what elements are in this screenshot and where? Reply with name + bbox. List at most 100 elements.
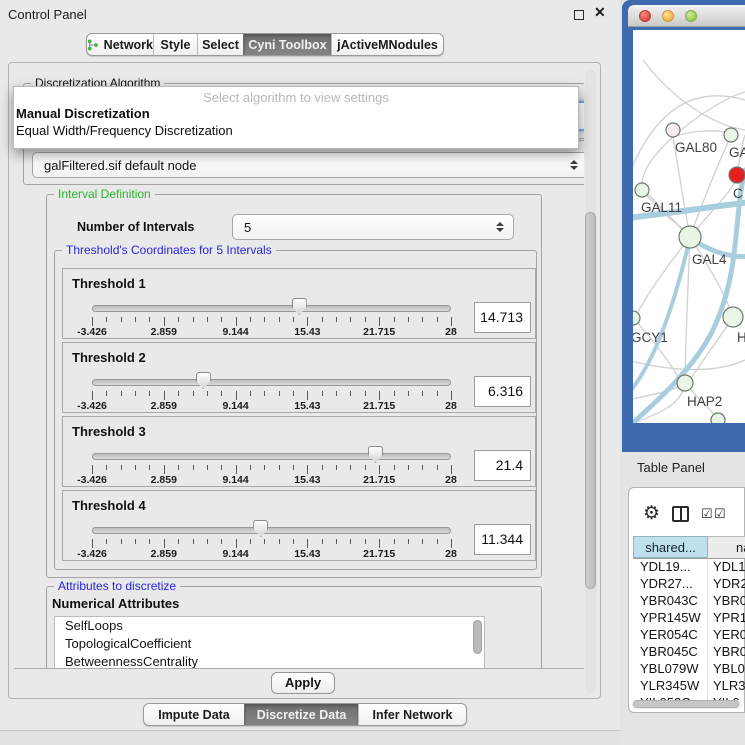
cell-name: YBL0 [708,661,745,678]
tick-mark [279,539,280,544]
tick-mark [451,465,452,474]
network-node[interactable] [677,375,693,391]
tab-discretize-data[interactable]: Discretize Data [244,704,358,725]
threshold-value-field[interactable]: 6.316 [474,376,531,407]
tick-mark [250,317,251,322]
tick-mark [236,465,237,474]
tick-mark [264,539,265,544]
network-node[interactable] [633,311,640,325]
attribute-list-item[interactable]: SelfLoops [55,617,484,635]
tick-mark [293,539,294,544]
network-node[interactable] [666,123,680,137]
tick-label: 21.715 [354,474,404,486]
tick-mark [164,391,165,400]
numerical-attributes-list[interactable]: SelfLoopsTopologicalCoefficientBetweenne… [54,616,485,669]
table-row[interactable]: YBR043CYBR0 [633,593,745,610]
checkbox-icon[interactable]: ☑ [714,507,726,520]
tab-label: Discretize Data [257,708,347,722]
tab-infer-network[interactable]: Infer Network [358,704,466,725]
slider-thumb[interactable] [368,446,383,463]
tick-mark [178,465,179,470]
threshold-value-field[interactable]: 14.713 [474,302,531,333]
float-window-icon[interactable] [574,10,584,20]
cell-shared-name: YPR145W [633,610,708,627]
popup-option-manual-discretization[interactable]: Manual Discretization [14,105,578,122]
tick-mark [365,465,366,470]
threshold-label: Threshold 2 [72,350,146,365]
tick-mark [322,391,323,396]
tick-mark [365,539,366,544]
scrollbar-thumb[interactable] [633,700,739,708]
tab-network[interactable]: Network [87,34,153,55]
scrollbar-thumb[interactable] [585,212,596,589]
table-row[interactable]: YBR045CYBR0 [633,644,745,661]
attributes-scrollbar[interactable] [473,619,482,669]
slider-track[interactable] [92,379,451,386]
gear-icon[interactable]: ⚙ [643,504,660,523]
bottom-tab-bar: Impute Data Discretize Data Infer Network [143,703,467,726]
table-horizontal-scrollbar[interactable] [632,700,742,709]
attribute-list-item[interactable]: BetweennessCentrality [55,653,484,669]
network-node[interactable] [711,413,725,423]
slider-thumb[interactable] [292,298,307,315]
tick-mark [164,465,165,474]
tab-select[interactable]: Select [197,34,243,55]
tick-mark [193,539,194,544]
table-row[interactable]: YPR145WYPR1 [633,610,745,627]
tick-label: 9.144 [211,400,261,412]
network-window-titlebar[interactable] [628,5,745,27]
network-node[interactable] [729,167,745,183]
cell-name: YBR0 [708,593,745,610]
tab-style[interactable]: Style [153,34,197,55]
num-intervals-combo[interactable]: 5 [232,214,514,240]
table-data-combo[interactable]: galFiltered.sif default node [32,152,584,178]
panel-scrollbar[interactable] [585,69,596,693]
tab-cyni-toolbox[interactable]: Cyni Toolbox [243,34,331,55]
tick-label: 15.43 [282,326,332,338]
scrollbar-thumb[interactable] [473,620,482,654]
close-traffic-light-icon[interactable] [639,10,651,22]
tick-mark [279,465,280,470]
tab-jactivemnodules[interactable]: jActiveMNodules [331,34,443,55]
slider-track[interactable] [92,453,451,460]
slider-thumb[interactable] [196,372,211,389]
table-row[interactable]: YLR345WYLR3 [633,678,745,695]
column-header-name[interactable]: na [708,536,745,558]
network-node[interactable] [724,128,738,142]
tick-mark [221,391,222,396]
tick-mark [207,539,208,544]
slider-track[interactable] [92,305,451,312]
tick-mark [350,391,351,396]
tick-mark [221,539,222,544]
network-canvas[interactable]: GAL80GACGAL11GAL4GCY1HHAP2 [633,30,745,423]
table-row[interactable]: YER054CYER0 [633,627,745,644]
network-node[interactable] [635,183,649,197]
tab-impute-data[interactable]: Impute Data [144,704,244,725]
tick-mark [135,317,136,322]
network-node[interactable] [679,226,701,248]
threshold-value-field[interactable]: 11.344 [474,524,531,555]
tick-mark [437,465,438,470]
threshold-value-field[interactable]: 21.4 [474,450,531,481]
close-icon[interactable]: ✕ [594,4,606,21]
slider-thumb[interactable] [253,520,268,537]
node-table-panel: ⚙ ☑ ☑ shared... na YDL19...YDL1YDR27...Y… [628,487,745,713]
table-row[interactable]: YBL079WYBL0 [633,661,745,678]
tick-mark [121,391,122,396]
table-row[interactable]: YDR27...YDR2 [633,576,745,593]
tick-label: 9.144 [211,548,261,560]
checkbox-icon[interactable]: ☑ [701,507,713,520]
tick-mark [236,539,237,548]
popup-option-equal-width[interactable]: Equal Width/Frequency Discretization [14,122,578,139]
column-header-shared[interactable]: shared... [633,536,708,558]
attribute-list-item[interactable]: TopologicalCoefficient [55,635,484,653]
apply-button[interactable]: Apply [271,672,335,694]
split-view-icon[interactable] [672,506,689,522]
table-row[interactable]: YDL19...YDL1 [633,559,745,576]
zoom-traffic-light-icon[interactable] [685,10,697,22]
network-graph[interactable]: GAL80GACGAL11GAL4GCY1HHAP2 [633,30,745,423]
network-node[interactable] [723,307,743,327]
slider-track[interactable] [92,527,451,534]
minimize-traffic-light-icon[interactable] [662,10,674,22]
tick-mark [293,465,294,470]
